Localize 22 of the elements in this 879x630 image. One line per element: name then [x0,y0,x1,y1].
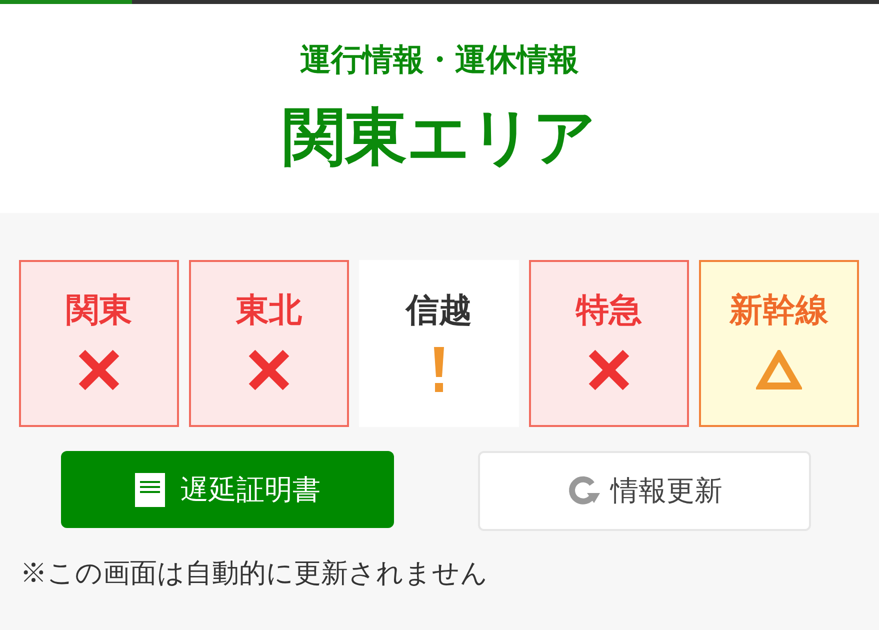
area-label: 信越 [406,290,472,330]
cross-icon [76,347,122,393]
cross-icon [586,347,632,393]
area-status-card[interactable]: 東北 [189,260,349,427]
area-status-card[interactable]: 信越 [359,260,519,427]
subtitle: 運行情報・運休情報 [300,41,579,79]
area-label: 新幹線 [730,290,828,330]
area-status-card[interactable]: 特急 [529,260,689,427]
page-title: 関東エリア [283,102,596,174]
cross-icon [246,347,292,393]
triangle-icon [756,350,802,390]
document-icon [134,472,164,506]
refresh-button[interactable]: 情報更新 [478,451,811,531]
exclamation-icon [432,347,446,393]
notice-text: ※この画面は自動的に更新されません [20,557,489,590]
delay-certificate-button[interactable]: 遅延証明書 [61,451,394,528]
area-label: 特急 [576,290,642,330]
refresh-icon [566,475,600,507]
area-label: 関東 [66,290,132,330]
area-status-card[interactable]: 新幹線 [699,260,859,427]
area-status-card[interactable]: 関東 [19,260,179,427]
area-label: 東北 [236,290,302,330]
